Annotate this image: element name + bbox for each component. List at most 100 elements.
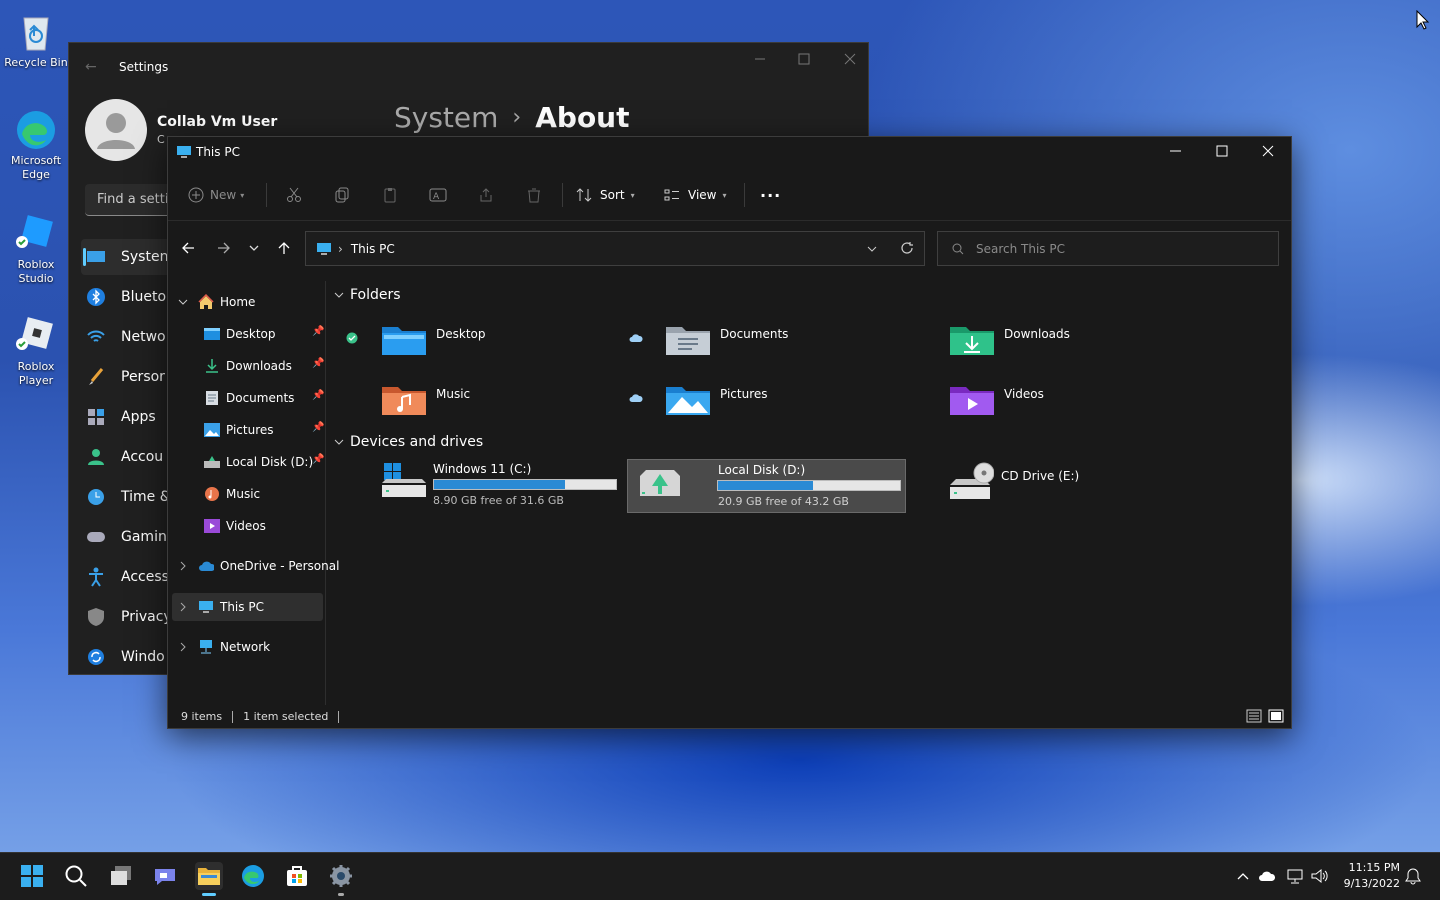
search-input[interactable]: Search This PC: [937, 231, 1279, 266]
nav-bluetooth[interactable]: Blueto: [85, 279, 175, 315]
tree-item-network[interactable]: Network: [178, 635, 270, 659]
store-taskbar-button[interactable]: [283, 862, 311, 890]
tree-item-this-pc[interactable]: This PC: [178, 595, 264, 619]
recent-locations-chevron-icon[interactable]: [248, 242, 260, 254]
desktop-icon-roblox-studio[interactable]: Roblox Studio: [2, 212, 70, 286]
nav-windows-update[interactable]: Windo: [85, 639, 175, 675]
nav-accounts[interactable]: Accou: [85, 439, 175, 475]
maximize-button[interactable]: [1212, 143, 1232, 159]
nav-personalization[interactable]: Persor: [85, 359, 175, 395]
tree-item-home[interactable]: Home: [178, 290, 255, 314]
address-dropdown-chevron-icon[interactable]: [866, 243, 878, 255]
teams-chat-button[interactable]: [151, 862, 179, 890]
chevron-right-icon: [178, 602, 190, 612]
clock[interactable]: 11:15 PM 9/13/2022: [1340, 860, 1400, 892]
nav-time[interactable]: Time &: [85, 479, 175, 515]
back-arrow-icon[interactable]: ←: [85, 59, 97, 75]
folder-label: Videos: [1004, 387, 1044, 401]
close-button[interactable]: [1258, 143, 1278, 159]
chevron-down-icon: ▾: [240, 190, 245, 200]
file-explorer-taskbar-button[interactable]: [195, 862, 223, 890]
folder-desktop[interactable]: Desktop: [382, 323, 486, 355]
volume-tray-icon[interactable]: [1310, 867, 1330, 885]
nav-network[interactable]: Netwo: [85, 319, 175, 355]
task-view-button[interactable]: [107, 862, 135, 890]
forward-arrow-icon[interactable]: [216, 240, 232, 256]
maximize-button[interactable]: [793, 51, 817, 67]
tree-label: Downloads: [226, 359, 292, 373]
tree-item-desktop[interactable]: Desktop 📌: [204, 322, 324, 346]
start-button[interactable]: [18, 862, 46, 890]
this-pc-icon: [198, 599, 214, 615]
section-header-devices[interactable]: Devices and drives: [334, 434, 483, 450]
apps-icon: [85, 406, 107, 428]
notification-icon[interactable]: [1405, 867, 1421, 885]
desktop-icon-roblox-player[interactable]: Roblox Player: [2, 314, 70, 388]
tree-item-pictures[interactable]: Pictures 📌: [204, 418, 324, 442]
tree-label: Home: [220, 295, 256, 309]
up-arrow-icon[interactable]: [276, 240, 292, 256]
tree-label: Documents: [226, 391, 295, 405]
onedrive-tray-icon[interactable]: [1258, 870, 1276, 882]
tree-label: Music: [226, 487, 261, 501]
drive-label: Local Disk (D:): [718, 463, 806, 477]
nav-gaming[interactable]: Gamin: [85, 519, 175, 555]
page-title: About: [535, 101, 630, 134]
drive-e[interactable]: CD Drive (E:): [950, 459, 1150, 513]
section-header-folders[interactable]: Folders: [334, 287, 401, 303]
back-arrow-icon[interactable]: [180, 240, 196, 256]
nav-accessibility[interactable]: Access: [85, 559, 175, 595]
paste-icon[interactable]: [380, 185, 400, 205]
view-button[interactable]: View ▾: [664, 183, 727, 207]
folder-videos[interactable]: Videos: [950, 383, 1044, 415]
tree-item-music[interactable]: Music: [204, 482, 260, 506]
folder-music[interactable]: Music: [382, 383, 470, 415]
new-button[interactable]: New ▾: [188, 183, 244, 207]
settings-search-input[interactable]: Find a settin: [85, 184, 175, 216]
svg-text:A: A: [433, 192, 440, 202]
folder-documents[interactable]: Documents: [666, 323, 788, 355]
folder-downloads[interactable]: Downloads: [950, 323, 1070, 355]
tree-item-documents[interactable]: Documents 📌: [204, 386, 324, 410]
folder-pictures[interactable]: Pictures: [666, 383, 768, 415]
avatar[interactable]: [85, 99, 147, 161]
address-location[interactable]: This PC: [351, 242, 395, 256]
details-view-icon[interactable]: [1246, 709, 1262, 723]
edge-taskbar-button[interactable]: [239, 862, 267, 890]
drive-c[interactable]: Windows 11 (C:) 8.90 GB free of 31.6 GB: [378, 459, 618, 513]
breadcrumb-parent[interactable]: System: [394, 101, 498, 134]
delete-icon[interactable]: [524, 185, 544, 205]
search-button[interactable]: [62, 862, 90, 890]
nav-system[interactable]: Systen: [85, 239, 175, 275]
share-icon[interactable]: [476, 185, 496, 205]
document-icon: [204, 390, 220, 406]
network-tray-icon[interactable]: [1286, 867, 1304, 885]
tree-item-downloads[interactable]: Downloads 📌: [204, 354, 324, 378]
tree-item-onedrive[interactable]: OneDrive - Personal: [178, 554, 339, 578]
show-hidden-icons-chevron-icon[interactable]: [1236, 870, 1250, 882]
tree-item-videos[interactable]: Videos: [204, 514, 266, 538]
drive-d[interactable]: Local Disk (D:) 20.9 GB free of 43.2 GB: [627, 459, 906, 513]
desktop-icon-recycle-bin[interactable]: Recycle Bin: [2, 10, 70, 70]
large-icons-view-icon[interactable]: [1268, 709, 1284, 723]
more-options-button[interactable]: ···: [760, 183, 781, 207]
this-pc-icon: [176, 145, 192, 159]
rename-icon[interactable]: A: [428, 185, 448, 205]
cut-icon[interactable]: [284, 185, 304, 205]
minimize-button[interactable]: [749, 51, 773, 67]
minimize-button[interactable]: [1166, 143, 1186, 159]
nav-apps[interactable]: Apps: [85, 399, 175, 435]
tree-item-local-disk-d[interactable]: Local Disk (D:) 📌: [204, 450, 324, 474]
nav-privacy[interactable]: Privacy: [85, 599, 175, 635]
address-bar[interactable]: › This PC: [305, 231, 925, 266]
desktop-icon-edge[interactable]: Microsoft Edge: [2, 108, 70, 182]
nav-label: Accou: [121, 449, 164, 465]
settings-taskbar-button[interactable]: [327, 862, 355, 890]
close-button[interactable]: [839, 51, 863, 67]
copy-icon[interactable]: [332, 185, 352, 205]
refresh-icon[interactable]: [900, 241, 914, 255]
toolbar-divider: [266, 183, 267, 207]
section-title: Folders: [350, 287, 401, 303]
sort-label: Sort: [600, 188, 625, 202]
sort-button[interactable]: Sort ▾: [576, 183, 635, 207]
